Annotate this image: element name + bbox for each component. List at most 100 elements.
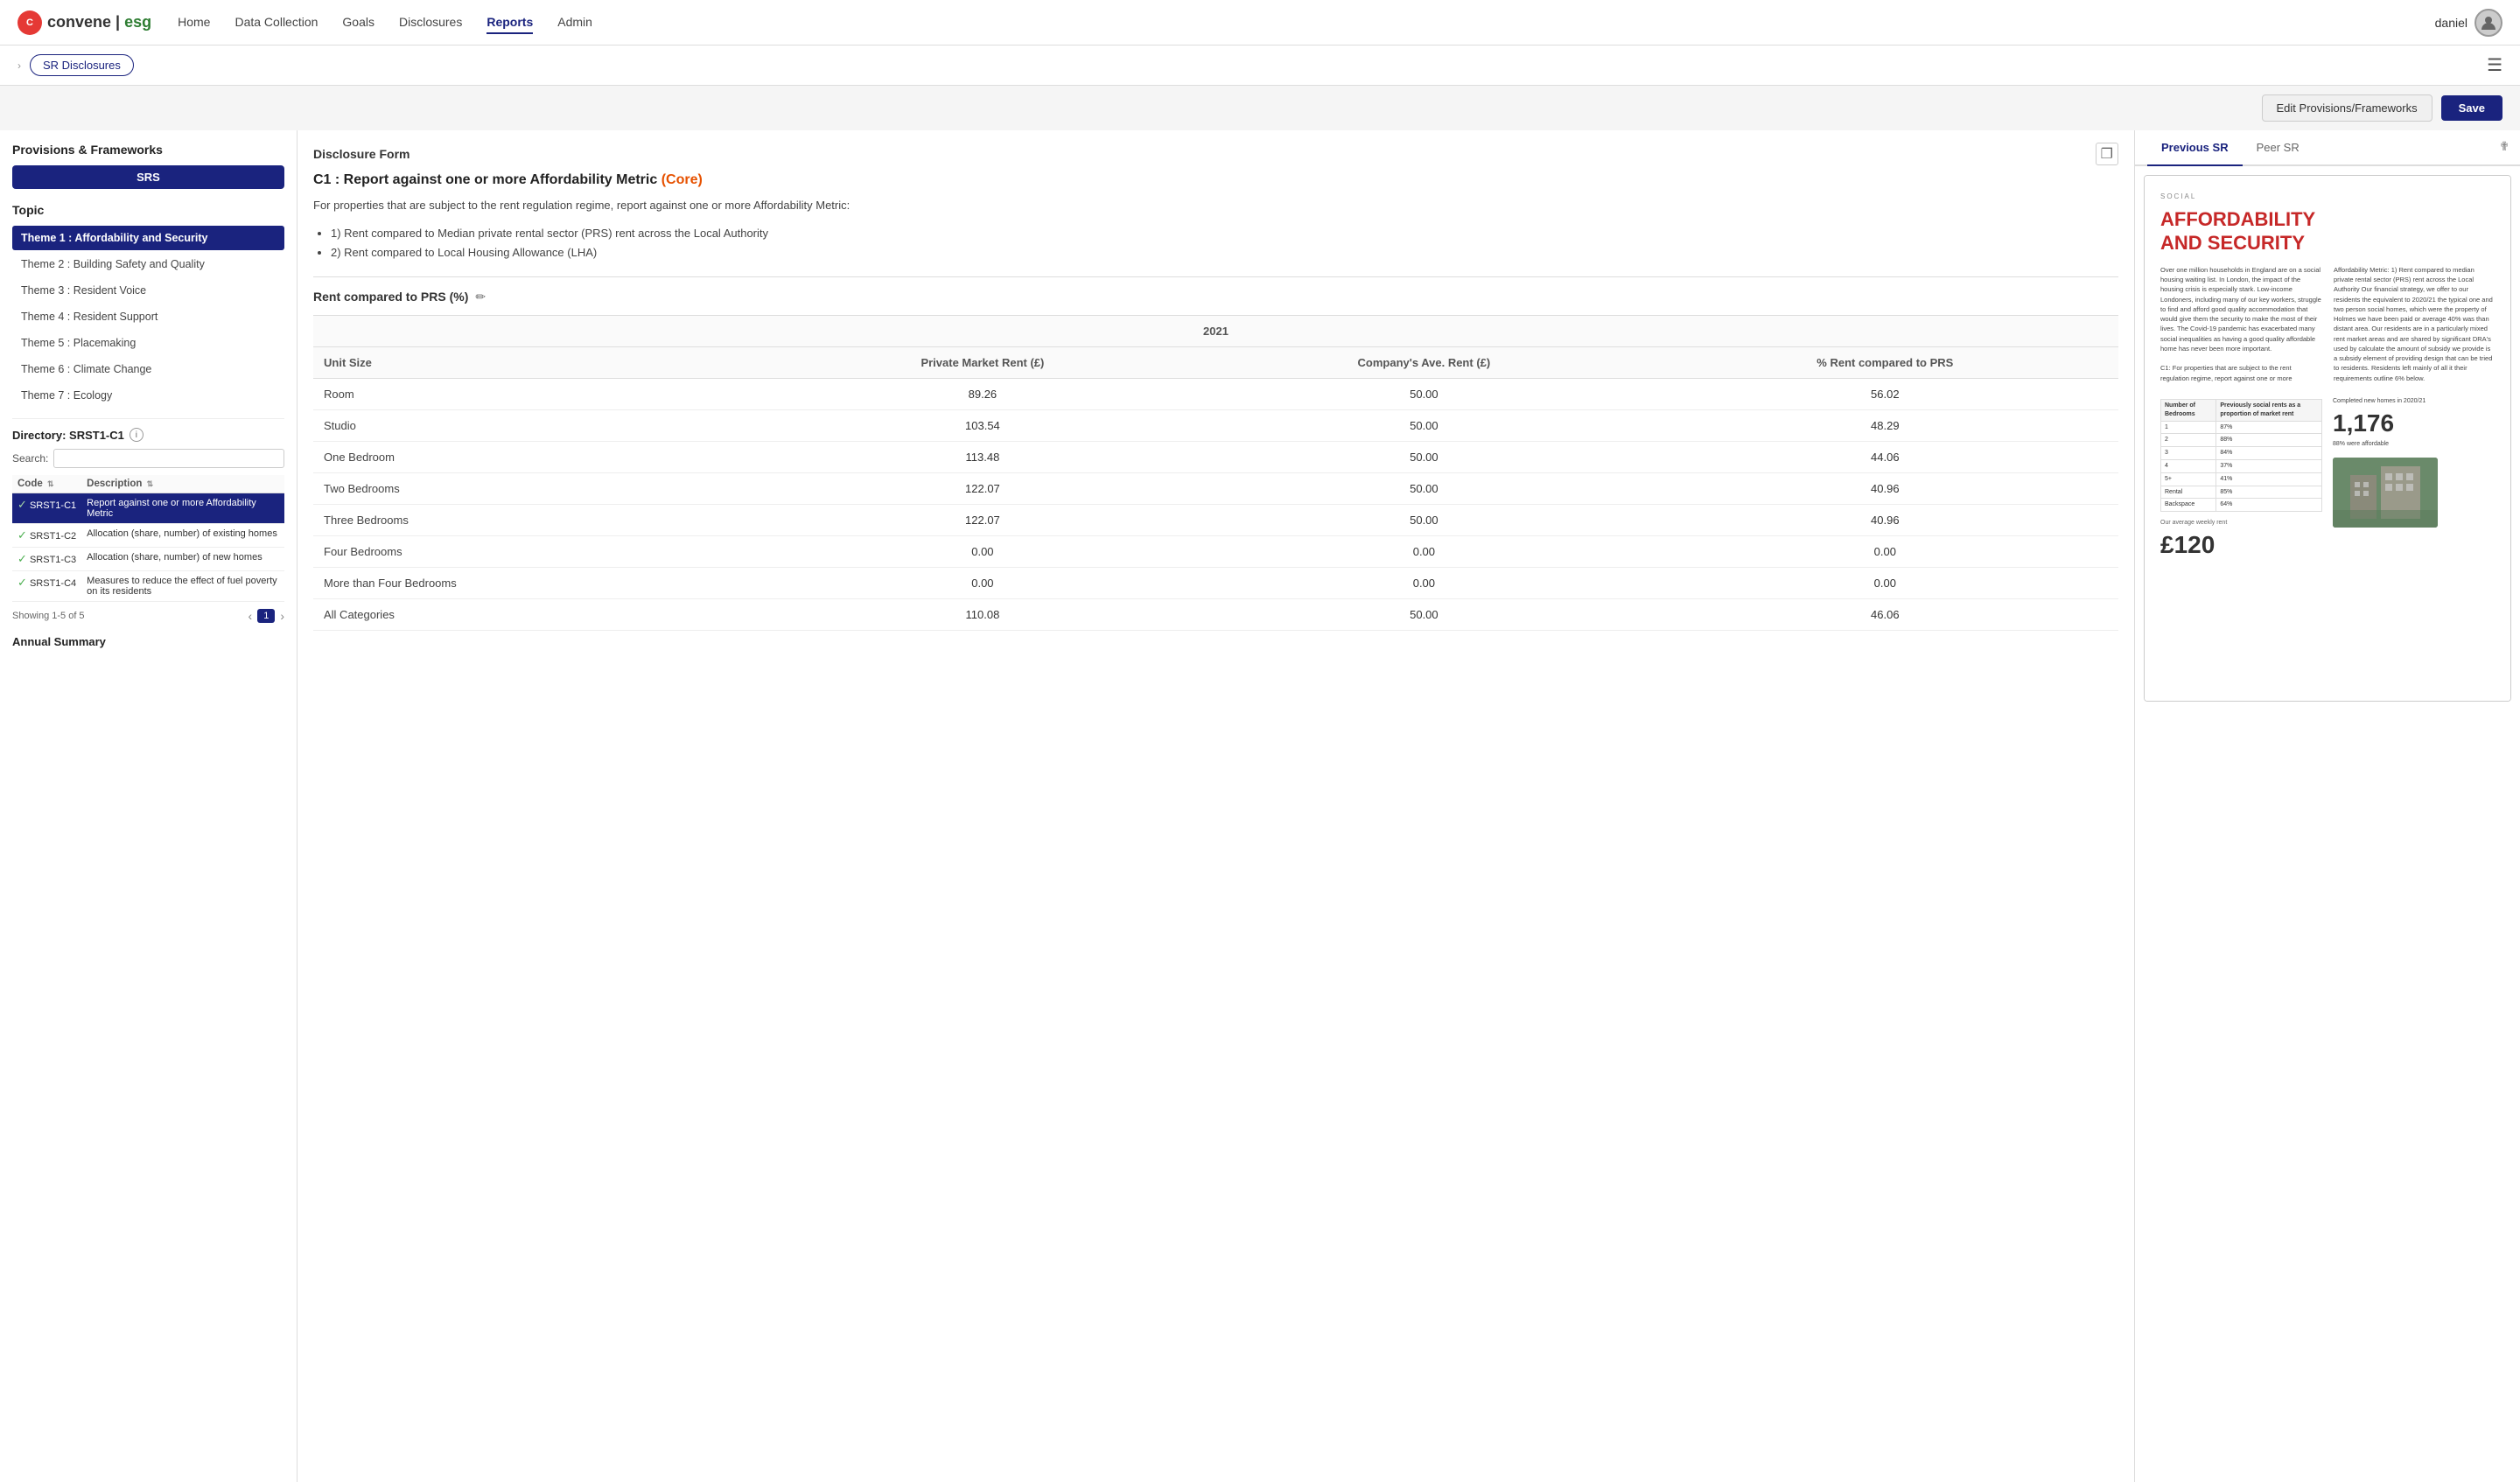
prev-page-button[interactable]: ‹ — [248, 609, 253, 623]
edit-provisions-button[interactable]: Edit Provisions/Frameworks — [2262, 94, 2432, 122]
sr-weekly-label: Our average weekly rent — [2160, 519, 2322, 528]
check-icon-active: ✓ — [18, 498, 27, 511]
car-cell: 0.00 — [1196, 535, 1651, 567]
dir-code-srst1-c3: ✓ SRST1-C3 — [12, 548, 81, 571]
pct-cell: 44.06 — [1652, 441, 2118, 472]
right-panel-tabs: Previous SR Peer SR ✟ — [2135, 130, 2520, 166]
next-page-button[interactable]: › — [280, 609, 284, 623]
hamburger-menu-icon[interactable]: ☰ — [2487, 54, 2502, 76]
year-header: 2021 — [313, 315, 2118, 346]
sr-doc-content: SOCIAL AFFORDABILITY AND SECURITY Over o… — [2145, 176, 2510, 701]
table-row: All Categories 110.08 50.00 46.06 — [313, 598, 2118, 630]
table-row: Three Bedrooms 122.07 50.00 40.96 — [313, 504, 2118, 535]
breadcrumb-left: › SR Disclosures — [18, 54, 134, 76]
sr-table-col2: Previously social rents as a proportion … — [2216, 399, 2322, 421]
nav-data-collection[interactable]: Data Collection — [234, 11, 318, 34]
table-row: Two Bedrooms 122.07 50.00 40.96 — [313, 472, 2118, 504]
check-icon-c4: ✓ — [18, 576, 27, 589]
dir-desc-srst1-c3: Allocation (share, number) of new homes — [81, 548, 284, 571]
right-panel-expand-icon[interactable]: ✟ — [2499, 139, 2510, 154]
breadcrumb-sr-disclosures[interactable]: SR Disclosures — [30, 54, 134, 76]
user-avatar[interactable] — [2474, 9, 2502, 37]
nav-disclosures[interactable]: Disclosures — [399, 11, 462, 34]
pagination-text: Showing 1-5 of 5 — [12, 611, 85, 621]
action-bar: Edit Provisions/Frameworks Save — [0, 86, 2520, 130]
dir-row-srst1-c4[interactable]: ✓ SRST1-C4 Measures to reduce the effect… — [12, 571, 284, 602]
nav-goals[interactable]: Goals — [342, 11, 374, 34]
sr-doc-table: Number of Bedrooms Previously social ren… — [2160, 399, 2322, 512]
metric-core-label: (Core) — [662, 172, 703, 187]
pmr-cell: 122.07 — [769, 504, 1197, 535]
dir-code-srst1-c4: ✓ SRST1-C4 — [12, 571, 81, 602]
breadcrumb-bar: › SR Disclosures ☰ — [0, 45, 2520, 86]
col-pmr: Private Market Rent (£) — [769, 346, 1197, 378]
desc-sort-icon: ⇅ — [147, 479, 154, 488]
nav-links: Home Data Collection Goals Disclosures R… — [178, 11, 2435, 34]
unit-cell: All Categories — [313, 598, 769, 630]
directory-table: Code ⇅ Description ⇅ ✓ SRST1-C1 Report a… — [12, 475, 284, 602]
navbar: C convene | esg Home Data Collection Goa… — [0, 0, 2520, 45]
dir-row-srst1-c2[interactable]: ✓ SRST1-C2 Allocation (share, number) of… — [12, 524, 284, 548]
bullet-1: 1) Rent compared to Median private renta… — [331, 224, 2118, 243]
pmr-cell: 122.07 — [769, 472, 1197, 504]
nav-reports[interactable]: Reports — [486, 11, 533, 34]
topic-resident-voice[interactable]: Theme 3 : Resident Voice — [12, 278, 284, 303]
pct-cell: 0.00 — [1652, 567, 2118, 598]
directory-search-input[interactable] — [53, 449, 284, 468]
col-car: Company's Ave. Rent (£) — [1196, 346, 1651, 378]
table-row: Studio 103.54 50.00 48.29 — [313, 409, 2118, 441]
code-sort-icon: ⇅ — [47, 479, 54, 488]
directory-info-icon[interactable]: i — [130, 428, 144, 442]
nav-admin[interactable]: Admin — [557, 11, 592, 34]
sr-doc-heading: AFFORDABILITY AND SECURITY — [2160, 208, 2495, 255]
save-button[interactable]: Save — [2441, 95, 2502, 121]
topic-placemaking[interactable]: Theme 5 : Placemaking — [12, 331, 284, 355]
pmr-cell: 0.00 — [769, 567, 1197, 598]
sr-weekly-amount: £120 — [2160, 528, 2322, 562]
sr-doc-bottom — [2333, 458, 2495, 528]
provisions-title: Provisions & Frameworks — [12, 143, 284, 157]
table-row: Four Bedrooms 0.00 0.00 0.00 — [313, 535, 2118, 567]
pmr-cell: 110.08 — [769, 598, 1197, 630]
user-menu: daniel — [2435, 9, 2502, 37]
framework-badge[interactable]: SRS — [12, 165, 284, 189]
sr-doc-body: Over one million households in England a… — [2160, 265, 2495, 383]
right-panel: Previous SR Peer SR ✟ SOCIAL AFFORDABILI… — [2135, 130, 2520, 1482]
directory-header: Directory: SRST1-C1 i — [12, 428, 284, 442]
sr-document-preview: SOCIAL AFFORDABILITY AND SECURITY Over o… — [2144, 175, 2511, 702]
check-icon-c2: ✓ — [18, 528, 27, 542]
table-row: One Bedroom 113.48 50.00 44.06 — [313, 441, 2118, 472]
car-cell: 50.00 — [1196, 409, 1651, 441]
tab-previous-sr[interactable]: Previous SR — [2147, 130, 2243, 166]
breadcrumb-chevron-icon: › — [18, 59, 21, 72]
page-number[interactable]: 1 — [257, 609, 275, 623]
building-image — [2333, 458, 2438, 528]
left-panel: Provisions & Frameworks SRS Topic Theme … — [0, 130, 298, 1482]
unit-cell: More than Four Bedrooms — [313, 567, 769, 598]
topic-affordability[interactable]: Theme 1 : Affordability and Security — [12, 226, 284, 250]
nav-home[interactable]: Home — [178, 11, 210, 34]
car-cell: 50.00 — [1196, 441, 1651, 472]
metric-description: For properties that are subject to the r… — [313, 197, 2118, 215]
col-unit-size: Unit Size — [313, 346, 769, 378]
topic-building-safety[interactable]: Theme 2 : Building Safety and Quality — [12, 252, 284, 276]
unit-cell: Room — [313, 378, 769, 409]
dir-row-srst1-c3[interactable]: ✓ SRST1-C3 Allocation (share, number) of… — [12, 548, 284, 571]
car-cell: 50.00 — [1196, 378, 1651, 409]
topic-climate-change[interactable]: Theme 6 : Climate Change — [12, 357, 284, 381]
disclosure-form-header: Disclosure Form ❐ — [298, 130, 2134, 172]
metric-title: C1 : Report against one or more Affordab… — [313, 172, 2118, 188]
sr-preview: SOCIAL AFFORDABILITY AND SECURITY Over o… — [2135, 166, 2520, 710]
expand-icon[interactable]: ❐ — [2096, 143, 2118, 165]
tab-peer-sr[interactable]: Peer SR — [2243, 130, 2314, 164]
topic-ecology[interactable]: Theme 7 : Ecology — [12, 383, 284, 408]
topic-resident-support[interactable]: Theme 4 : Resident Support — [12, 304, 284, 329]
pct-cell: 46.06 — [1652, 598, 2118, 630]
annual-summary-title: Annual Summary — [12, 635, 284, 648]
dir-row-srst1-c1[interactable]: ✓ SRST1-C1 Report against one or more Af… — [12, 493, 284, 524]
car-cell: 50.00 — [1196, 598, 1651, 630]
sr-doc-social-label: SOCIAL — [2160, 192, 2495, 201]
edit-pencil-icon[interactable]: ✏ — [475, 290, 486, 304]
disclosure-form-title: Disclosure Form — [313, 147, 410, 161]
table-row: More than Four Bedrooms 0.00 0.00 0.00 — [313, 567, 2118, 598]
